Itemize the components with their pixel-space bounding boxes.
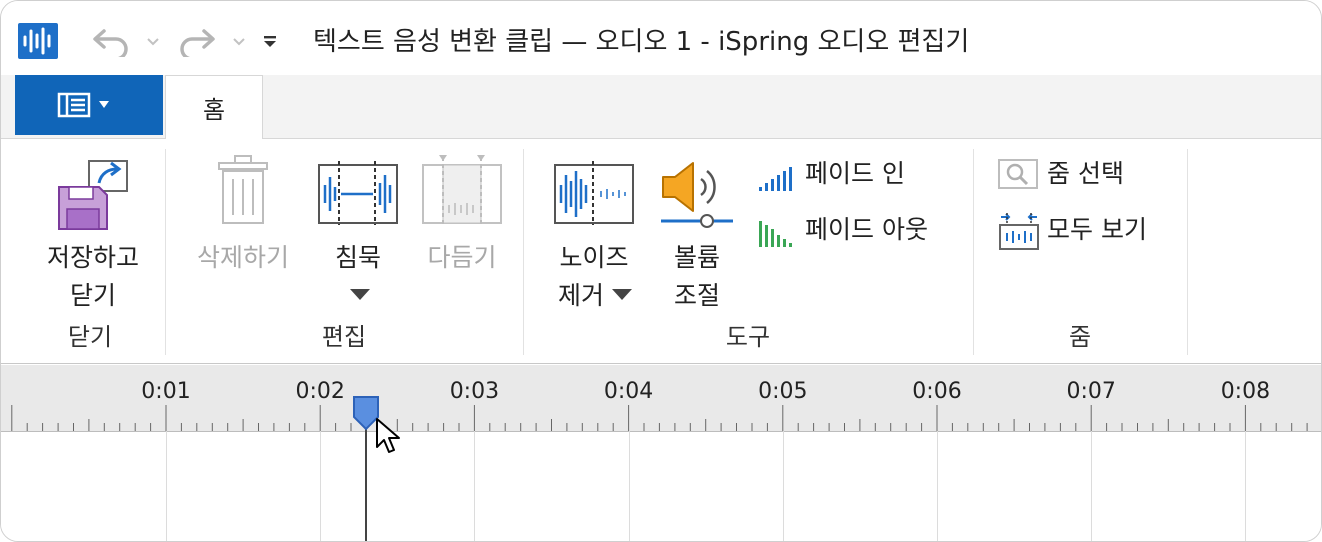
time-tick-label: 0:01	[141, 379, 191, 404]
tab-home[interactable]: 홈	[165, 75, 263, 139]
time-tick-label: 0:05	[758, 379, 808, 404]
fade-in-button[interactable]: 페이드 인	[757, 159, 947, 193]
zoom-selection-label: 줌 선택	[1047, 159, 1124, 188]
fit-all-button[interactable]: 모두 보기	[997, 211, 1177, 251]
edit-group-label: 편집	[321, 323, 367, 351]
file-menu-button[interactable]	[15, 75, 163, 135]
group-divider	[1187, 149, 1188, 355]
silence-label: 침묵	[334, 243, 381, 272]
chevron-down-icon[interactable]	[141, 23, 165, 59]
time-tick-label: 0:03	[449, 379, 500, 404]
ruler-ticks	[11, 405, 1308, 431]
fit-all-label: 모두 보기	[1047, 215, 1147, 244]
noise-removal-label-2: 제거	[557, 281, 604, 310]
delete-label: 삭제하기	[196, 243, 289, 272]
trim-icon	[422, 155, 502, 225]
silence-icon	[318, 161, 398, 225]
redo-icon[interactable]	[171, 23, 221, 59]
timeline-gridline	[166, 431, 167, 541]
timeline-gridline	[782, 431, 784, 541]
playhead-line	[365, 419, 367, 541]
menu-icon	[57, 92, 109, 118]
timeline-gridline	[937, 431, 938, 541]
fade-out-label: 페이드 아웃	[805, 215, 928, 244]
noise-removal-label-1: 노이즈	[559, 243, 629, 272]
fade-out-icon	[759, 221, 792, 247]
trash-icon	[218, 155, 268, 224]
volume-button[interactable]	[657, 161, 737, 231]
silence-dropdown[interactable]	[348, 285, 372, 303]
timeline-gridline	[628, 431, 630, 541]
timeline-gridline	[320, 431, 322, 541]
zoom-selection-icon	[998, 159, 1038, 189]
time-tick-label: 0:08	[1220, 379, 1271, 404]
trim-label: 다듬기	[427, 243, 497, 272]
chevron-down-icon[interactable]	[227, 23, 251, 59]
caret-down-icon	[612, 289, 632, 300]
zoom-group-label: 줌	[1068, 323, 1092, 351]
audio-wave-icon[interactable]	[18, 23, 58, 59]
save-close-label-1: 저장하고	[46, 243, 139, 272]
volume-label-1: 볼륨	[673, 243, 720, 272]
save-and-close-button[interactable]	[53, 157, 133, 233]
noise-removal-dropdown[interactable]	[609, 285, 635, 303]
timeline-gridline	[1091, 431, 1093, 541]
delete-button[interactable]	[213, 153, 273, 229]
timeline[interactable]: 0:01 0:02 0:03 0:04 0:05 0:06 0:07 0:08	[1, 365, 1321, 541]
trim-button[interactable]	[421, 153, 503, 227]
time-tick-label: 0:04	[603, 379, 654, 404]
fit-all-icon	[999, 213, 1039, 250]
noise-removal-button[interactable]	[553, 159, 635, 227]
speaker-icon	[661, 162, 733, 228]
timeline-gridline	[1245, 431, 1247, 541]
zoom-selection-button[interactable]: 줌 선택	[997, 157, 1147, 191]
time-tick-label: 0:07	[1066, 379, 1116, 404]
time-tick-label: 0:02	[295, 379, 345, 404]
noise-removal-icon	[554, 161, 634, 225]
save-close-icon	[58, 160, 128, 230]
fade-out-button[interactable]: 페이드 아웃	[757, 215, 967, 249]
app-window: 텍스트 음성 변환 클립 — 오디오 1 - iSpring 오디오 편집기 홈…	[0, 0, 1322, 542]
customize-quick-access-icon[interactable]	[257, 23, 283, 59]
save-close-label-2: 닫기	[69, 281, 116, 310]
close-group-label: 닫기	[67, 323, 113, 351]
fade-in-label: 페이드 인	[805, 159, 905, 188]
undo-icon[interactable]	[87, 23, 137, 59]
timeline-gridline	[474, 431, 476, 541]
window-title: 텍스트 음성 변환 클립 — 오디오 1 - iSpring 오디오 편집기	[313, 27, 970, 57]
fade-in-icon	[759, 167, 792, 191]
title-bar: 텍스트 음성 변환 클립 — 오디오 1 - iSpring 오디오 편집기	[1, 1, 1321, 75]
tools-group-label: 도구	[725, 323, 771, 351]
volume-label-2: 조절	[673, 281, 720, 310]
time-tick-label: 0:06	[912, 379, 962, 404]
silence-button[interactable]	[317, 159, 399, 227]
mouse-cursor-icon	[374, 417, 404, 457]
caret-down-icon	[350, 289, 370, 300]
time-ruler[interactable]: 0:01 0:02 0:03 0:04 0:05 0:06 0:07 0:08	[1, 365, 1321, 432]
